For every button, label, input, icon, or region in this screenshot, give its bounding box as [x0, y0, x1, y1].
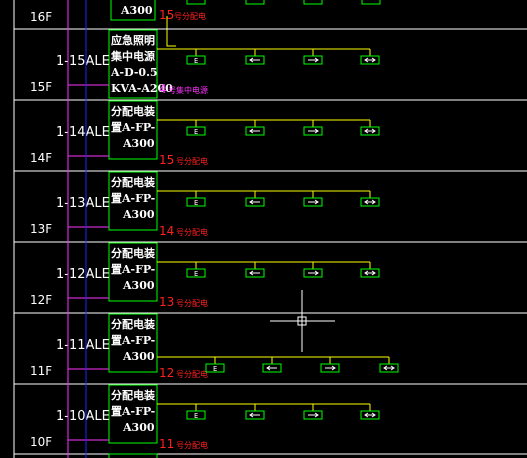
floor-row-10f: 分配电装置A-FP- A300 1-10ALE 10F 11 号分配电 E [14, 383, 527, 451]
device-label: 1-14ALE [56, 125, 110, 140]
box-text-line: 置A-FP- [111, 405, 155, 418]
box-text-line: 分配电装 [111, 388, 155, 402]
box-text-line: 集中电源 [110, 49, 155, 63]
emergency-light-icon: E [213, 365, 217, 373]
box-text-line: A300 [122, 208, 155, 221]
emergency-light-icon: E [194, 57, 198, 65]
device-label: 1-15ALE [56, 54, 110, 69]
box-text-line: 分配电装 [111, 317, 155, 331]
box-text-line: A300 [122, 350, 155, 363]
fixture-partial [303, 0, 323, 5]
box-text-line: 置A-FP- [111, 334, 155, 347]
box-number-note-suffix: 号分配电 [174, 11, 206, 21]
emergency-light-icon: E [194, 128, 198, 136]
floor-9f-partial [14, 453, 527, 458]
box-text-line: A300 [122, 279, 155, 292]
emergency-light-icon: E [194, 412, 198, 420]
box-number-note: 4 [159, 82, 167, 96]
device-label: 1-12ALE [56, 267, 110, 282]
box-text-line: 分配电装 [111, 175, 155, 189]
floor-label: 13F [30, 222, 52, 236]
floor-row-14f: 分配电装置A-FP- A300 1-14ALE 14F 15 号分配电 E [14, 99, 527, 167]
floor-label: 14F [30, 151, 52, 165]
floor-label: 10F [30, 435, 52, 449]
box-text-line: 置A-FP- [111, 192, 155, 205]
emergency-lighting-riser-diagram: A30016F 15 号分配电应急照明集中电源A-D-0.5KVA-A2001-15… [13, 0, 527, 458]
box-number-note: 13 [159, 295, 174, 309]
box-text-line: A300 [120, 4, 153, 17]
device-label: 1-10ALE [56, 409, 110, 424]
box-text-line: 分配电装 [111, 104, 155, 118]
distribution-box [108, 453, 158, 458]
floor-row-11f: 分配电装置A-FP- A300 1-11ALE 11F 12 号分配电 E [14, 312, 527, 380]
box-number-note-suffix: 号分配电 [176, 227, 208, 237]
emergency-light-icon: E [194, 270, 198, 278]
box-number-note: 12 [159, 366, 174, 380]
box-number-note: 14 [159, 224, 174, 238]
fixture-partial [361, 0, 381, 5]
box-text-line: A300 [122, 421, 155, 434]
box-number-note-suffix: 号分配电 [176, 369, 208, 379]
floor-row-12f: 分配电装置A-FP- A300 1-12ALE 12F 13 号分配电 E [14, 241, 527, 309]
crosshair-cursor [270, 290, 335, 352]
box-text-line: 置A-FP- [111, 121, 155, 134]
box-text-line: 应急照明 [111, 33, 155, 47]
box-text-line: A300 [122, 137, 155, 150]
device-label: 1-11ALE [56, 338, 110, 353]
floor-row-15f: 应急照明集中电源A-D-0.5KVA-A2001-15ALE15F 4 号集中电源E [14, 28, 527, 99]
floor-row-13f: 分配电装置A-FP- A300 1-13ALE 13F 14 号分配电 E [14, 170, 527, 238]
box-text-line: 置A-FP- [111, 263, 155, 276]
box-number-note: 15 [159, 153, 174, 167]
floor-label: 16F [30, 10, 52, 24]
box-text-line: A-D-0.5 [110, 66, 158, 79]
box-number-note-suffix: 号分配电 [176, 440, 208, 450]
fixture-partial [245, 0, 265, 5]
box-number-note: 11 [159, 437, 174, 451]
floor-label: 12F [30, 293, 52, 307]
box-number-note-suffix: 号分配电 [176, 298, 208, 308]
device-label: 1-13ALE [56, 196, 110, 211]
floor-label: 11F [30, 364, 52, 378]
emergency-light-icon: E [194, 199, 198, 207]
floor-16f-partial: A30016F 15 号分配电 [30, 0, 381, 47]
fixture-partial [186, 0, 206, 5]
box-text-line: 分配电装 [111, 246, 155, 260]
box-number-note-suffix: 号集中电源 [168, 85, 208, 95]
floor-label: 15F [30, 80, 52, 94]
box-number-note-suffix: 号分配电 [176, 156, 208, 166]
